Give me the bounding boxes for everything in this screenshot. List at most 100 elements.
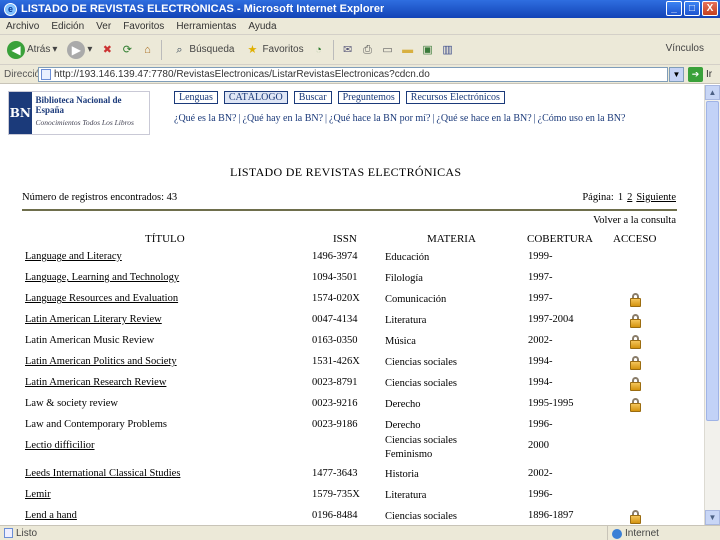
scroll-down-arrow-icon[interactable]: ▼	[705, 510, 720, 525]
journal-title-link[interactable]: Leeds International Classical Studies	[25, 468, 300, 479]
table-row: Language and Literacy 1496-3974 Educación 1…	[0, 249, 703, 270]
table-row: Latin American Research Review 0023-8791 C…	[0, 375, 703, 396]
forward-button[interactable]: ▶ ▾	[64, 38, 95, 62]
maximize-button[interactable]: □	[684, 1, 700, 16]
journal-subject: Ciencias sociales Feminismo	[385, 435, 458, 460]
quick-link[interactable]: ¿Qué es la BN?	[174, 113, 236, 124]
site-nav: Lenguas CATÁLOGO Buscar Preguntemos Recu…	[174, 91, 505, 104]
search-button[interactable]: ⌕ Búsqueda	[168, 38, 237, 62]
home-icon[interactable]: ⌂	[139, 42, 155, 58]
journal-title-link[interactable]: Language and Literacy	[25, 251, 300, 262]
menu-ver[interactable]: Ver	[96, 21, 111, 32]
column-header-cobertura: COBERTURA	[527, 233, 593, 245]
address-dropdown-icon[interactable]: ▼	[669, 66, 684, 82]
messenger-icon[interactable]: ▣	[420, 42, 436, 58]
menu-ayuda[interactable]: Ayuda	[248, 21, 276, 32]
vertical-scrollbar[interactable]: ▲ ▼	[704, 85, 720, 525]
journal-title-link[interactable]: Lemir	[25, 489, 300, 500]
tab-catalogo[interactable]: CATÁLOGO	[223, 91, 288, 104]
journal-coverage: 2002-	[528, 468, 553, 479]
journal-coverage: 2000	[528, 440, 549, 451]
journal-issn: 0196-8484	[312, 510, 358, 521]
menu-archivo[interactable]: Archivo	[6, 21, 39, 32]
journal-title-link[interactable]: Latin American Politics and Society	[25, 356, 300, 367]
tab-preguntemos[interactable]: Preguntemos	[337, 91, 400, 104]
toolbar-separator	[161, 39, 163, 60]
tab-recursos-electronicos[interactable]: Recursos Electrónicos	[405, 91, 505, 104]
page-icon	[41, 68, 51, 80]
back-button[interactable]: ◀ Atrás ▾	[4, 38, 60, 62]
folder-icon[interactable]: ▬	[400, 42, 416, 58]
links-label[interactable]: Vínculos	[666, 43, 704, 54]
refresh-icon[interactable]: ⟳	[119, 42, 135, 58]
close-button[interactable]: X	[702, 1, 718, 16]
journal-subject: Derecho	[385, 399, 421, 410]
back-arrow-icon: ◀	[7, 40, 25, 59]
lock-icon	[630, 377, 641, 391]
column-header-acceso: ACCESO	[613, 233, 657, 245]
journal-coverage: 1996-	[528, 419, 553, 430]
journal-title-link[interactable]: Language Resources and Evaluation	[25, 293, 300, 304]
journal-subject: Música	[385, 336, 416, 347]
stop-icon[interactable]: ✖	[99, 42, 115, 58]
menu-favoritos[interactable]: Favoritos	[123, 21, 164, 32]
print-icon[interactable]: ⎙	[360, 42, 376, 58]
quick-link[interactable]: ¿Cómo uso en la BN?	[538, 113, 626, 124]
go-button[interactable]: Ir	[706, 69, 712, 80]
lock-icon	[630, 314, 641, 328]
menu-herramientas[interactable]: Herramientas	[176, 21, 236, 32]
go-arrow-icon[interactable]: ➔	[688, 66, 703, 82]
history-icon[interactable]: ◔	[311, 42, 327, 58]
journal-subject: Derecho	[385, 420, 421, 431]
journal-issn: 0047-4134	[312, 314, 358, 325]
edit-icon[interactable]: ▭	[380, 42, 396, 58]
journal-title-link[interactable]: Language, Learning and Technology	[25, 272, 300, 283]
research-icon[interactable]: ▥	[440, 42, 456, 58]
journal-title-link[interactable]: Lectio difficilior	[25, 440, 300, 451]
table-row: Leeds International Classical Studies 147…	[0, 466, 703, 487]
table-row: Lemir 1579-735X Literatura 1996-	[0, 487, 703, 508]
column-header-issn: ISSN	[333, 233, 357, 245]
back-to-search-link[interactable]: Volver a la consulta	[593, 215, 676, 226]
journal-issn: 1531-426X	[312, 356, 360, 367]
page-status-icon	[4, 528, 13, 538]
forward-dropdown-icon[interactable]: ▾	[87, 44, 92, 55]
table-row: Language Resources and Evaluation 1574-02…	[0, 291, 703, 312]
journal-title-link[interactable]: Latin American Research Review	[25, 377, 300, 388]
journal-title-link[interactable]: Latin American Literary Review	[25, 314, 300, 325]
journal-subject: Ciencias sociales	[385, 357, 458, 368]
menu-edicion[interactable]: Edición	[51, 21, 84, 32]
lock-icon	[630, 335, 641, 349]
search-icon: ⌕	[176, 43, 183, 56]
divider	[22, 209, 677, 211]
toolbar: ◀ Atrás ▾ ▶ ▾ ✖ ⟳ ⌂ ⌕ Búsqueda ★ Favorit…	[0, 35, 720, 65]
pager-next-link[interactable]: Siguiente	[636, 192, 676, 203]
quick-link[interactable]: ¿Qué hace la BN por mí?	[329, 113, 430, 124]
favorites-button[interactable]: ★ Favoritos	[241, 38, 306, 62]
address-input[interactable]: http://193.146.139.47:7780/RevistasElect…	[38, 66, 668, 82]
journal-issn: 1477-3643	[312, 468, 358, 479]
scroll-up-arrow-icon[interactable]: ▲	[705, 85, 720, 100]
mail-icon[interactable]: ✉	[340, 42, 356, 58]
tab-lenguas[interactable]: Lenguas	[174, 91, 218, 104]
journal-subject: Literatura	[385, 315, 427, 326]
journal-coverage: 1995-1995	[528, 398, 574, 409]
table-row: Lectio difficilior Ciencias sociales Femi…	[0, 435, 703, 466]
window-title: LISTADO DE REVISTAS ELECTRÓNICAS - Micro…	[21, 3, 385, 15]
bne-logo[interactable]: BN Biblioteca Nacional de España Conocim…	[8, 91, 150, 135]
table-row: Latin American Politics and Society 1531-…	[0, 354, 703, 375]
quick-links: ¿Qué es la BN? | ¿Qué hay en la BN? | ¿Qué…	[174, 113, 626, 124]
back-dropdown-icon[interactable]: ▾	[52, 44, 57, 55]
journal-title-link[interactable]: Lend a hand	[25, 510, 300, 521]
minimize-button[interactable]: _	[666, 1, 682, 16]
journal-issn: 0023-9216	[312, 398, 358, 409]
scroll-thumb[interactable]	[706, 101, 719, 421]
table-row: Lend a hand 0196-8484 Ciencias sociales 189…	[0, 508, 703, 525]
table-row: Latin American Music Review 0163-0350 Músi…	[0, 333, 703, 354]
pager-page-2[interactable]: 2	[627, 192, 632, 203]
address-label: Dirección	[4, 68, 46, 80]
quick-link[interactable]: ¿Qué hay en la BN?	[243, 113, 324, 124]
quick-link[interactable]: ¿Qué se hace en la BN?	[436, 113, 531, 124]
search-label: Búsqueda	[189, 44, 235, 55]
tab-buscar[interactable]: Buscar	[293, 91, 332, 104]
